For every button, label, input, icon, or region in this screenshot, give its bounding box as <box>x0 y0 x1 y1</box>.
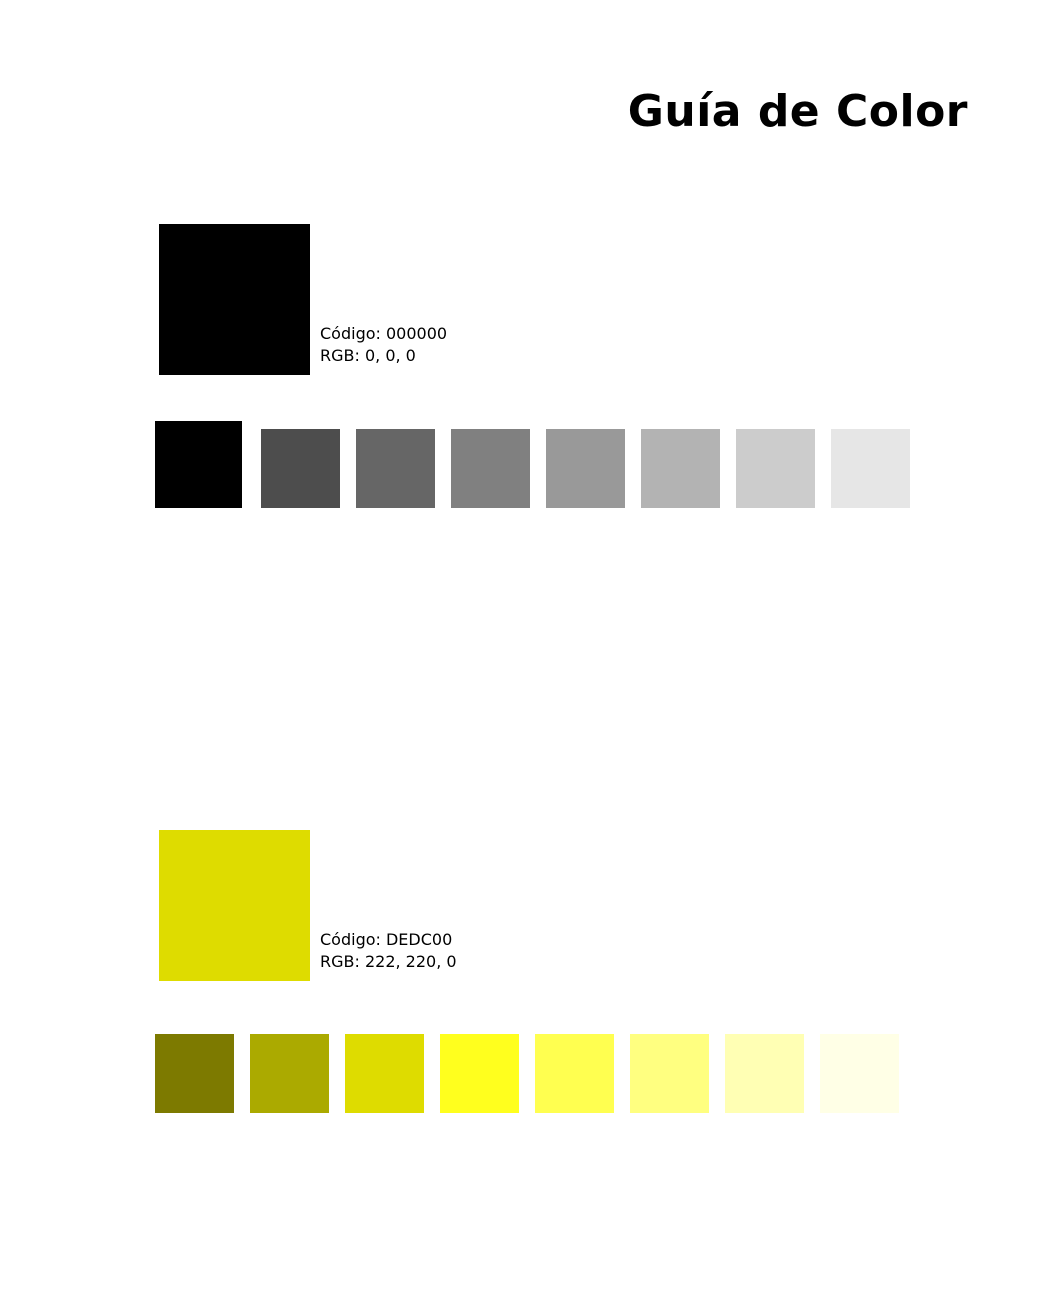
color-code-label: Código: DEDC00 <box>320 930 453 949</box>
tint-swatch <box>356 429 435 508</box>
tint-swatch <box>725 1034 804 1113</box>
tint-swatch <box>820 1034 899 1113</box>
primary-swatch-yellow <box>159 830 310 981</box>
tint-swatch <box>440 1034 519 1113</box>
swatch-info-black: Código: 000000 RGB: 0, 0, 0 <box>320 323 447 367</box>
color-code-label: Código: 000000 <box>320 324 448 343</box>
tint-swatch <box>250 1034 329 1113</box>
tint-swatch <box>831 429 910 508</box>
swatch-info-yellow: Código: DEDC00 RGB: 222, 220, 0 <box>320 929 457 973</box>
tint-swatch <box>345 1034 424 1113</box>
page-title: Guía de Color <box>627 86 968 137</box>
tint-swatch <box>630 1034 709 1113</box>
tint-swatch <box>736 429 815 508</box>
primary-swatch-black <box>159 224 310 375</box>
tint-swatch <box>641 429 720 508</box>
tint-swatch <box>261 429 340 508</box>
tint-swatch <box>451 429 530 508</box>
rgb-value-label: RGB: 0, 0, 0 <box>320 346 416 365</box>
tint-swatch <box>155 421 242 508</box>
tint-swatch <box>535 1034 614 1113</box>
rgb-value-label: RGB: 222, 220, 0 <box>320 952 457 971</box>
tint-swatch <box>155 1034 234 1113</box>
tint-swatch <box>546 429 625 508</box>
